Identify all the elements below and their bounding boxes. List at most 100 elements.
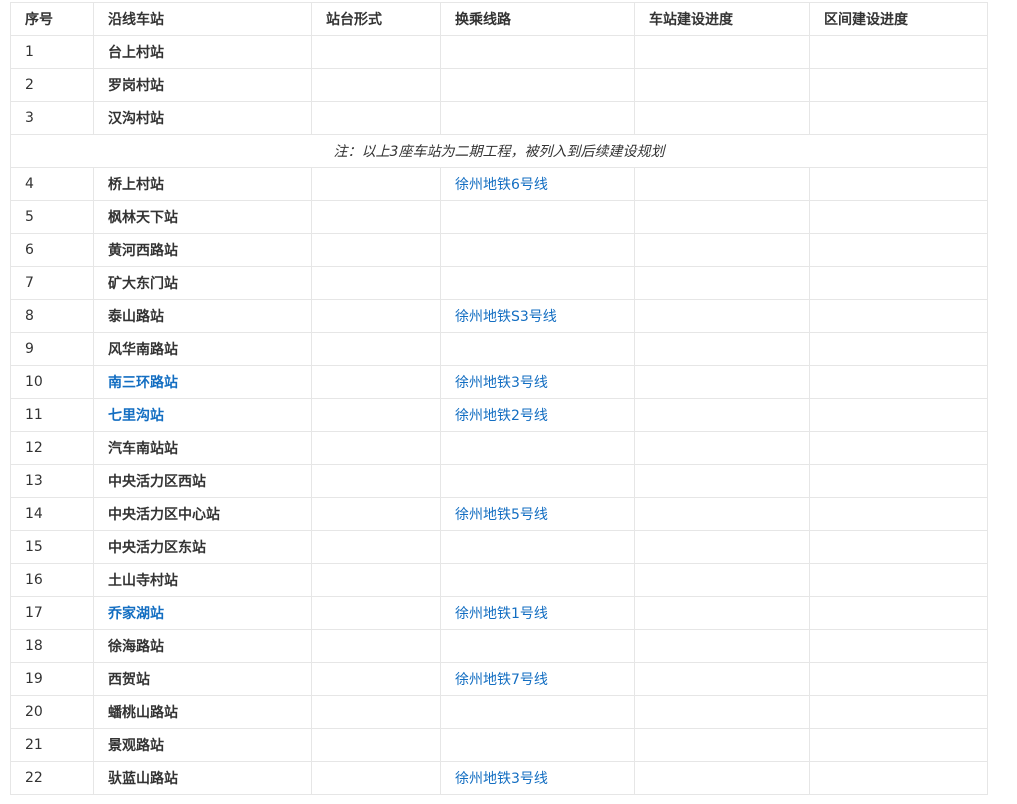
station-link[interactable]: 七里沟站 (93, 398, 312, 432)
table-row: 13 中央活力区西站 (10, 464, 988, 498)
note-row: 注：以上3座车站为二期工程，被列入到后续建设规划 (10, 134, 988, 168)
section-progress-cell (809, 497, 988, 531)
phase-two-note: 注：以上3座车站为二期工程，被列入到后续建设规划 (10, 134, 988, 168)
section-progress-cell (809, 332, 988, 366)
platform-type-cell (311, 596, 441, 630)
transfer-line-link[interactable]: 徐州地铁3号线 (455, 375, 548, 391)
platform-type-cell (311, 761, 441, 795)
platform-type-cell (311, 530, 441, 564)
section-progress-cell (809, 266, 988, 300)
row-index: 5 (10, 200, 94, 234)
platform-type-cell (311, 728, 441, 762)
station-name: 罗岗村站 (93, 68, 312, 102)
transfer-cell: 徐州地铁3号线 (440, 365, 635, 399)
platform-type-cell (311, 662, 441, 696)
station-table-wrapper: 序号 沿线车站 站台形式 换乘线路 车站建设进度 区间建设进度 1 台上村站 2 罗岗… (10, 2, 988, 795)
station-progress-cell (634, 233, 810, 267)
station-link[interactable]: 乔家湖站 (93, 596, 312, 630)
section-progress-cell (809, 728, 988, 762)
section-progress-cell (809, 464, 988, 498)
station-progress-cell (634, 200, 810, 234)
row-index: 22 (10, 761, 94, 795)
station-name: 土山寺村站 (93, 563, 312, 597)
platform-type-cell (311, 431, 441, 465)
table-header-row: 序号 沿线车站 站台形式 换乘线路 车站建设进度 区间建设进度 (10, 2, 988, 36)
transfer-line-link[interactable]: 徐州地铁S3号线 (455, 309, 557, 325)
station-name: 蟠桃山路站 (93, 695, 312, 729)
section-progress-cell (809, 629, 988, 663)
transfer-line-link[interactable]: 徐州地铁3号线 (455, 771, 548, 787)
table-row: 12 汽车南站站 (10, 431, 988, 465)
station-name: 中央活力区东站 (93, 530, 312, 564)
station-table: 序号 沿线车站 站台形式 换乘线路 车站建设进度 区间建设进度 1 台上村站 2 罗岗… (10, 2, 988, 795)
station-progress-cell (634, 332, 810, 366)
transfer-cell (440, 68, 635, 102)
section-progress-cell (809, 530, 988, 564)
section-progress-cell (809, 167, 988, 201)
table-row: 5 枫林天下站 (10, 200, 988, 234)
platform-type-cell (311, 464, 441, 498)
station-name: 桥上村站 (93, 167, 312, 201)
station-progress-cell (634, 398, 810, 432)
section-progress-cell (809, 365, 988, 399)
table-row: 16 土山寺村站 (10, 563, 988, 597)
table-row: 17 乔家湖站 徐州地铁1号线 (10, 596, 988, 630)
platform-type-cell (311, 35, 441, 69)
station-link[interactable]: 南三环路站 (93, 365, 312, 399)
station-progress-cell (634, 101, 810, 135)
transfer-cell (440, 530, 635, 564)
section-progress-cell (809, 35, 988, 69)
section-progress-cell (809, 68, 988, 102)
section-progress-cell (809, 596, 988, 630)
station-progress-cell (634, 563, 810, 597)
table-row: 4 桥上村站 徐州地铁6号线 (10, 167, 988, 201)
station-name: 黄河西路站 (93, 233, 312, 267)
transfer-line-link[interactable]: 徐州地铁1号线 (455, 606, 548, 622)
station-progress-cell (634, 728, 810, 762)
station-name: 泰山路站 (93, 299, 312, 333)
table-row: 20 蟠桃山路站 (10, 695, 988, 729)
platform-type-cell (311, 101, 441, 135)
table-row: 21 景观路站 (10, 728, 988, 762)
row-index: 3 (10, 101, 94, 135)
transfer-cell: 徐州地铁2号线 (440, 398, 635, 432)
row-index: 4 (10, 167, 94, 201)
transfer-line-link[interactable]: 徐州地铁7号线 (455, 672, 548, 688)
platform-type-cell (311, 299, 441, 333)
station-name: 中央活力区西站 (93, 464, 312, 498)
transfer-cell (440, 332, 635, 366)
table-row: 15 中央活力区东站 (10, 530, 988, 564)
table-row: 14 中央活力区中心站 徐州地铁5号线 (10, 497, 988, 531)
row-index: 17 (10, 596, 94, 630)
section-progress-cell (809, 101, 988, 135)
table-row: 22 驮蓝山路站 徐州地铁3号线 (10, 761, 988, 795)
station-progress-cell (634, 299, 810, 333)
table-row: 19 西贺站 徐州地铁7号线 (10, 662, 988, 696)
station-progress-cell (634, 596, 810, 630)
transfer-line-link[interactable]: 徐州地铁2号线 (455, 408, 548, 424)
station-name: 西贺站 (93, 662, 312, 696)
table-row: 9 风华南路站 (10, 332, 988, 366)
station-progress-cell (634, 629, 810, 663)
transfer-line-link[interactable]: 徐州地铁6号线 (455, 177, 548, 193)
row-index: 18 (10, 629, 94, 663)
transfer-cell: 徐州地铁6号线 (440, 167, 635, 201)
transfer-cell (440, 431, 635, 465)
transfer-line-link[interactable]: 徐州地铁5号线 (455, 507, 548, 523)
table-row: 3 汉沟村站 (10, 101, 988, 135)
station-progress-cell (634, 365, 810, 399)
station-name: 风华南路站 (93, 332, 312, 366)
station-progress-cell (634, 431, 810, 465)
transfer-cell (440, 695, 635, 729)
station-progress-cell (634, 530, 810, 564)
transfer-cell: 徐州地铁3号线 (440, 761, 635, 795)
platform-type-cell (311, 398, 441, 432)
platform-type-cell (311, 68, 441, 102)
header-station-progress: 车站建设进度 (634, 2, 810, 36)
section-progress-cell (809, 431, 988, 465)
row-index: 19 (10, 662, 94, 696)
section-progress-cell (809, 398, 988, 432)
transfer-cell (440, 464, 635, 498)
transfer-cell (440, 101, 635, 135)
transfer-cell (440, 233, 635, 267)
